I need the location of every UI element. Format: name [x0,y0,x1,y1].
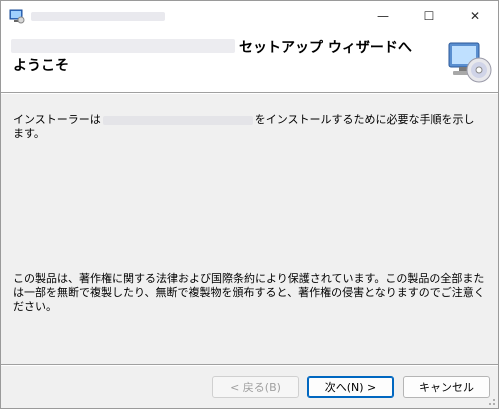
close-button[interactable]: ✕ [452,1,498,31]
next-button[interactable]: 次へ(N) > [307,376,394,398]
back-button[interactable]: < 戻る(B) [212,376,299,398]
intro-prefix: インストーラーは [13,113,101,126]
intro-suffix: をインストールするために必要な手順を示し [254,113,475,126]
header-separator [1,92,498,94]
installer-icon [9,9,25,24]
intro-text: インストーラーは をインストールするために必要な手順を示し ます。 [13,113,489,141]
footer-separator [1,364,498,366]
computer-cd-icon [448,42,492,83]
header-title-continued: ようこそ [13,58,69,74]
minimize-button[interactable]: — [360,1,406,31]
copyright-notice: この製品は、著作権に関する法律および国際条約により保護されています。この製品の全… [13,272,485,313]
maximize-button[interactable]: ☐ [406,1,452,31]
setup-wizard-window: — ☐ ✕ セットアップ ウィザードへ ようこそ インストーラーは をインストール… [0,0,499,409]
resize-grip-icon[interactable] [486,396,496,406]
cancel-button[interactable]: キャンセル [403,376,490,398]
window-title-redacted [31,12,165,21]
product-name-redacted [102,115,253,125]
header-title: セットアップ ウィザードへ [239,40,412,56]
product-name-redacted [11,39,235,53]
intro-line2: ます。 [13,127,45,140]
title-bar[interactable]: — ☐ ✕ [1,1,498,31]
wizard-header: セットアップ ウィザードへ ようこそ [1,31,498,92]
